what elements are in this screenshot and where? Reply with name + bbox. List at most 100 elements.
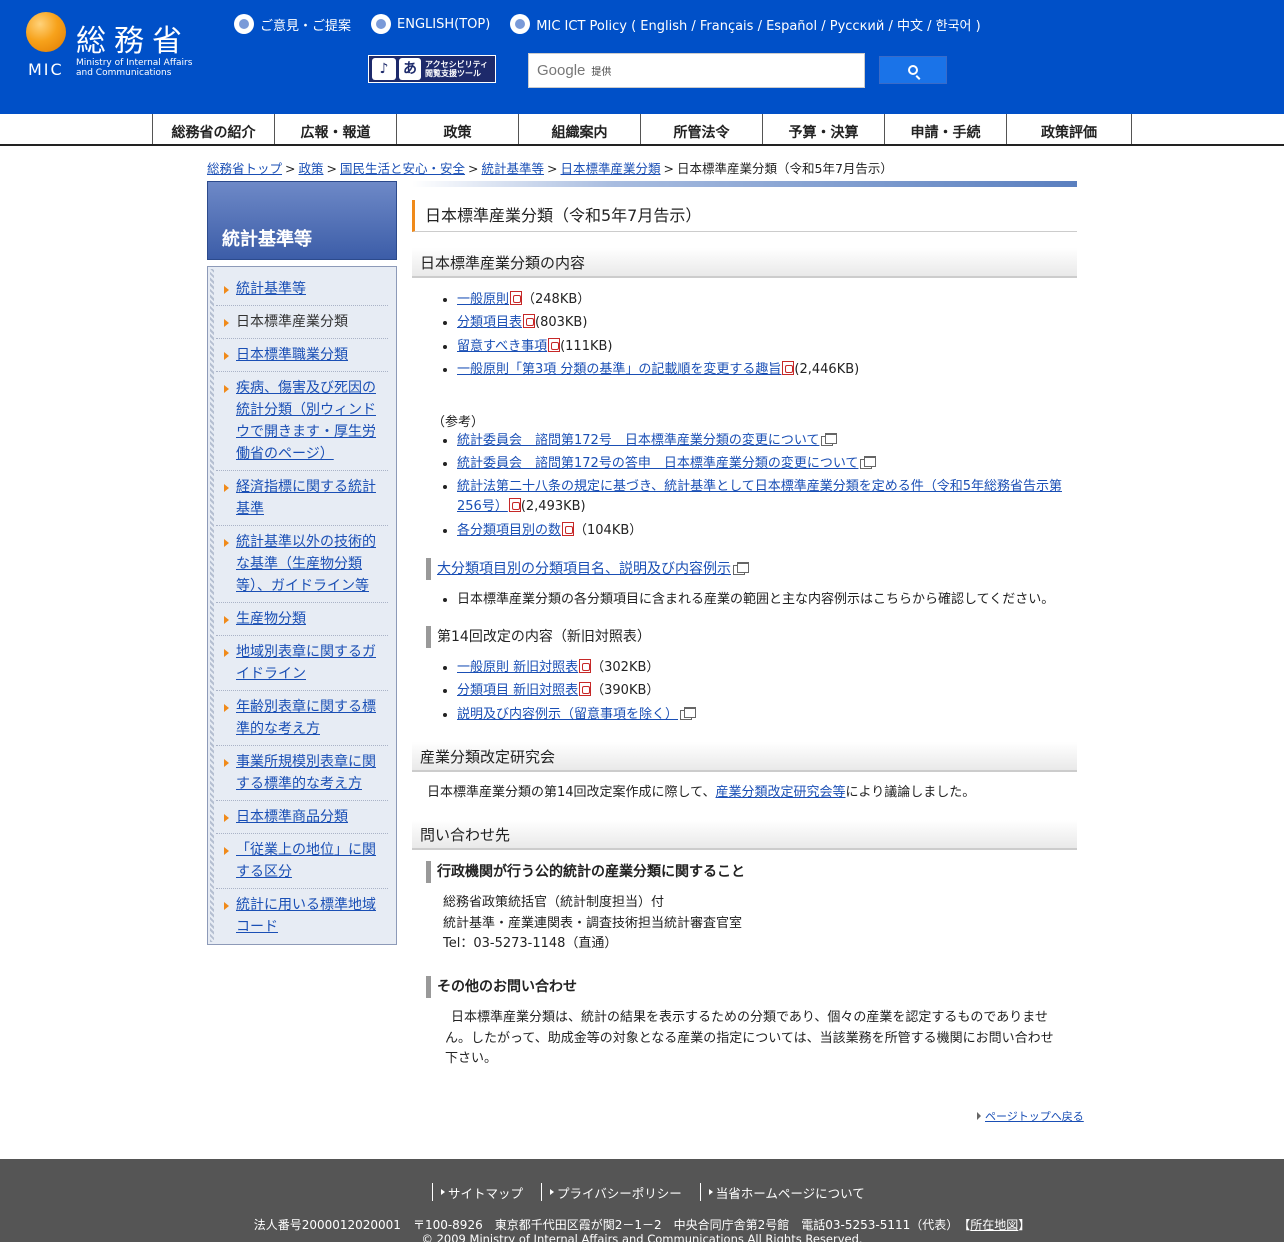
side-link[interactable]: 統計基準以外の技術的な基準（生産物分類等）、ガイドライン等 bbox=[236, 534, 376, 594]
pdf-icon bbox=[782, 360, 795, 375]
pdf-icon bbox=[579, 682, 592, 697]
side-link[interactable]: 日本標準産業分類 bbox=[236, 314, 348, 330]
new-window-icon bbox=[733, 562, 749, 575]
toplink-label: ENGLISH(TOP) bbox=[397, 16, 491, 32]
toplink-english[interactable]: ENGLISH(TOP) bbox=[371, 14, 490, 34]
external-link[interactable]: 統計委員会 諮問第172号の答申 日本標準産業分類の変更について bbox=[457, 456, 858, 471]
toplink-feedback[interactable]: ご意見・ご提案 bbox=[234, 14, 351, 34]
footer-link-privacy[interactable]: プライバシーポリシー bbox=[541, 1183, 700, 1201]
mic-logo[interactable]: 総務省 MIC Ministry of Internal Affairs and… bbox=[26, 12, 216, 82]
copyright: © 2009 Ministry of Internal Affairs and … bbox=[421, 1232, 863, 1242]
footer-links: サイトマップ プライバシーポリシー 当省ホームページについて bbox=[432, 1183, 883, 1201]
list-item: 一般原則 新旧対照表 （302KB） bbox=[457, 656, 695, 679]
search-button[interactable] bbox=[879, 56, 947, 84]
pdf-link[interactable]: 一般原則 bbox=[457, 292, 509, 307]
study-group-pre: 日本標準産業分類の第14回改定案作成に際して、 bbox=[427, 785, 716, 800]
file-size: （390KB） bbox=[591, 683, 660, 699]
list-item: 統計委員会 諮問第172号 日本標準産業分類の変更について bbox=[457, 429, 1067, 452]
pdf-icon bbox=[508, 498, 521, 513]
subheading-major-classification: 大分類項目別の分類項目名、説明及び内容例示 bbox=[426, 558, 749, 580]
site-header: 総務省 MIC Ministry of Internal Affairs and… bbox=[0, 0, 1284, 114]
new-window-icon bbox=[860, 456, 877, 470]
pdf-link[interactable]: 一般原則「第3項 分類の基準」の記載順を変更する趣旨 bbox=[457, 362, 781, 377]
breadcrumb: 総務省トップ > 政策 > 国民生活と安心・安全 > 統計基準等 > 日本標準産業分類 > 日本標準… bbox=[207, 161, 893, 176]
side-item-age: 年齢別表章に関する標準的な考え方 bbox=[216, 691, 388, 746]
footer-address: 法人番号2000012020001 〒100-8926 東京都千代田区霞が関2－… bbox=[253, 1218, 1031, 1232]
pdf-link[interactable]: 分類項目表 bbox=[457, 315, 522, 330]
search-icon bbox=[908, 65, 918, 75]
reference-label: （参考） bbox=[432, 415, 485, 430]
side-link[interactable]: 統計基準等 bbox=[236, 281, 306, 297]
side-item-technical-standards: 統計基準以外の技術的な基準（生産物分類等）、ガイドライン等 bbox=[216, 526, 388, 603]
list-item: 一般原則 （248KB） bbox=[457, 288, 859, 311]
new-window-icon bbox=[821, 433, 838, 446]
gnav-evaluation[interactable]: 政策評価 bbox=[1007, 114, 1132, 144]
global-nav: 総務省の紹介 広報・報道 政策 組織案内 所管法令 予算・決算 申請・手続 政策… bbox=[0, 114, 1284, 146]
side-link[interactable]: 事業所規模別表章に関する標準的な考え方 bbox=[236, 754, 376, 792]
logo-title: 総務省 bbox=[76, 24, 190, 59]
subheading-contact-admin: 行政機関が行う公的統計の産業分類に関すること bbox=[426, 861, 745, 883]
pdf-link[interactable]: 一般原則 新旧対照表 bbox=[457, 660, 578, 675]
side-item-standards: 統計基準等 bbox=[216, 273, 388, 306]
breadcrumb-top[interactable]: 総務省トップ bbox=[207, 161, 282, 176]
footer-link-about-site[interactable]: 当省ホームページについて bbox=[699, 1183, 883, 1201]
contact-other-text: 日本標準産業分類は、統計の結果を表示するための分類であり、個々の産業を認定するも… bbox=[445, 1010, 1054, 1067]
logo-subtitle: Ministry of Internal Affairs and Communi… bbox=[76, 58, 236, 78]
footer-link-sitemap[interactable]: サイトマップ bbox=[432, 1183, 541, 1201]
contact-admin-details: 総務省政策統括官（統計制度担当）付 統計基準・産業連関表・調査技術担当統計審査官… bbox=[443, 893, 742, 955]
new-window-icon bbox=[680, 706, 697, 720]
external-link[interactable]: 説明及び内容例示（留意事項を除く） bbox=[457, 707, 678, 722]
pdf-link[interactable]: 分類項目 新旧対照表 bbox=[457, 683, 578, 698]
logo-sub-line2: and Communications bbox=[76, 68, 172, 78]
breadcrumb-safety[interactable]: 国民生活と安心・安全 bbox=[340, 161, 465, 176]
pdf-icon bbox=[579, 659, 592, 673]
list-item: 統計委員会 諮問第172号の答申 日本標準産業分類の変更について bbox=[457, 452, 1067, 475]
subheading-revision: 第14回改定の内容（新旧対照表） bbox=[426, 626, 651, 648]
section-heading-contents: 日本標準産業分類の内容 bbox=[412, 248, 1077, 278]
file-size: (111KB) bbox=[560, 338, 613, 354]
map-link[interactable]: 所在地図 bbox=[970, 1218, 1018, 1232]
gnav-about[interactable]: 総務省の紹介 bbox=[153, 114, 275, 144]
study-group-link[interactable]: 産業分類改定研究会等 bbox=[716, 785, 846, 800]
side-link[interactable]: 経済指標に関する統計基準 bbox=[236, 479, 376, 517]
file-size: (803KB) bbox=[535, 315, 588, 331]
radio-bullet-icon bbox=[234, 14, 254, 34]
accessibility-tool-button[interactable]: ♪ あ アクセシビリティ 閲覧支援ツール bbox=[368, 55, 496, 83]
side-link[interactable]: 疾病、傷害及び死因の統計分類（別ウィンドウで開きます・厚生労働省のページ） bbox=[236, 380, 376, 462]
gnav-press[interactable]: 広報・報道 bbox=[275, 114, 397, 144]
site-footer: サイトマップ プライバシーポリシー 当省ホームページについて 法人番号20000… bbox=[0, 1159, 1284, 1242]
side-item-commodity: 日本標準商品分類 bbox=[216, 801, 388, 834]
external-link[interactable]: 統計委員会 諮問第172号 日本標準産業分類の変更について bbox=[457, 433, 819, 448]
contact-line: 統計基準・産業連関表・調査技術担当統計審査官室 bbox=[443, 915, 743, 931]
pdf-icon bbox=[562, 521, 575, 536]
pdf-link[interactable]: 各分類項目別の数 bbox=[457, 523, 561, 538]
toplink-ict-policy[interactable]: MIC ICT Policy ( English / Français / Es… bbox=[510, 14, 981, 34]
gnav-applications[interactable]: 申請・手続 bbox=[885, 114, 1007, 144]
file-size: （302KB） bbox=[591, 660, 660, 675]
gnav-laws[interactable]: 所管法令 bbox=[641, 114, 763, 144]
major-classification-link[interactable]: 大分類項目別の分類項目名、説明及び内容例示 bbox=[437, 561, 731, 577]
side-link[interactable]: 地域別表章に関するガイドライン bbox=[236, 644, 376, 682]
list-item: 説明及び内容例示（留意事項を除く） bbox=[457, 703, 697, 726]
side-link[interactable]: 年齢別表章に関する標準的な考え方 bbox=[236, 699, 376, 737]
search-input[interactable]: Google 提供 bbox=[528, 53, 865, 88]
breadcrumb-jsic[interactable]: 日本標準産業分類 bbox=[561, 161, 661, 176]
breadcrumb-standards[interactable]: 統計基準等 bbox=[482, 161, 545, 176]
gnav-budget[interactable]: 予算・決算 bbox=[763, 114, 885, 144]
search-hint: 提供 bbox=[591, 67, 612, 78]
side-link[interactable]: 日本標準商品分類 bbox=[236, 809, 348, 825]
breadcrumb-policy[interactable]: 政策 bbox=[299, 161, 324, 176]
side-item-jsic: 日本標準産業分類 bbox=[216, 306, 388, 339]
side-link[interactable]: 統計に用いる標準地域コード bbox=[236, 897, 376, 935]
toplink-label: ご意見・ご提案 bbox=[260, 18, 352, 34]
section-heading-contact: 問い合わせ先 bbox=[412, 820, 1077, 850]
access-tool-line2: 閲覧支援ツール bbox=[425, 69, 481, 78]
gnav-policy[interactable]: 政策 bbox=[397, 114, 519, 144]
side-link[interactable]: 「従業上の地位」に関する区分 bbox=[236, 842, 376, 880]
side-link[interactable]: 生産物分類 bbox=[236, 611, 306, 627]
contact-line: 総務省政策統括官（統計制度担当）付 bbox=[443, 895, 665, 910]
pdf-link[interactable]: 留意すべき事項 bbox=[457, 339, 547, 354]
gnav-organization[interactable]: 組織案内 bbox=[519, 114, 641, 144]
page-top-link[interactable]: ページトップへ戻る bbox=[977, 1108, 1084, 1124]
side-link[interactable]: 日本標準職業分類 bbox=[236, 347, 348, 363]
